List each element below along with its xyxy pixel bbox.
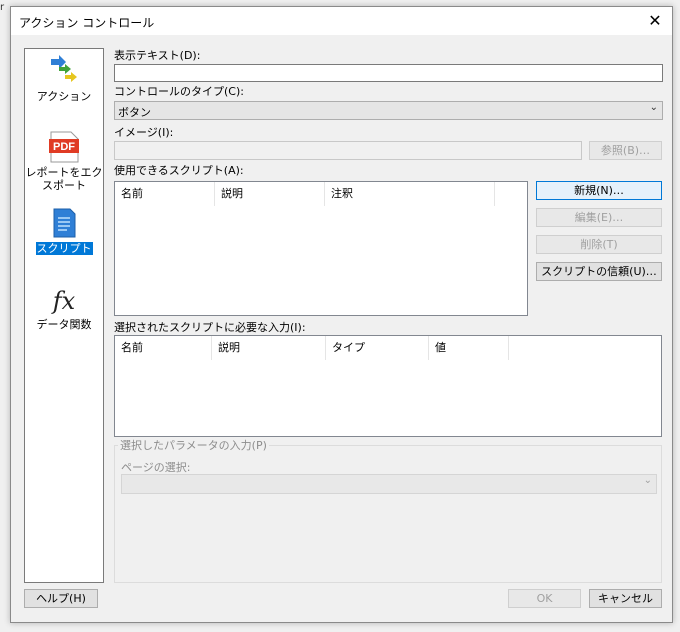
new-script-button[interactable]: 新規(N)… xyxy=(536,181,662,200)
pdf-icon: PDF xyxy=(49,131,79,163)
sidebar-item-label: レポートをエクスポート xyxy=(25,166,103,192)
script-document-icon xyxy=(53,208,76,238)
action-control-dialog: アクション コントロール ✕ アクション PDF レポートをエクスポート スクリ… xyxy=(10,6,673,623)
control-type-value: ボタン xyxy=(118,106,151,119)
control-type-label: コントロールのタイプ(C): xyxy=(114,85,244,98)
function-fx-icon: fx xyxy=(51,287,76,315)
available-scripts-label: 使用できるスクリプト(A): xyxy=(114,164,244,177)
ok-button[interactable]: OK xyxy=(508,589,581,608)
column-header-description[interactable]: 説明 xyxy=(212,336,326,360)
column-header-name[interactable]: 名前 xyxy=(115,336,212,360)
available-scripts-list[interactable]: 名前 説明 注釈 xyxy=(114,181,528,316)
browse-button[interactable]: 参照(B)… xyxy=(589,141,662,160)
image-input[interactable] xyxy=(114,141,582,160)
sidebar-item-script[interactable]: スクリプト xyxy=(25,207,103,255)
dialog-title: アクション コントロール xyxy=(19,16,155,30)
required-inputs-list[interactable]: 名前 説明 タイプ 値 xyxy=(114,335,662,437)
image-label: イメージ(I): xyxy=(114,126,174,139)
svg-text:fx: fx xyxy=(51,287,76,315)
display-text-input[interactable] xyxy=(114,64,663,82)
sidebar-item-label: スクリプト xyxy=(35,242,93,255)
column-header-description[interactable]: 説明 xyxy=(215,182,325,206)
page-select-dropdown[interactable]: ⌄ xyxy=(121,474,657,494)
page-select-label: ページの選択: xyxy=(121,461,191,474)
required-inputs-label: 選択されたスクリプトに必要な入力(I): xyxy=(114,321,306,334)
chevron-down-icon: ⌄ xyxy=(643,475,652,486)
chevron-down-icon: ⌄ xyxy=(649,102,658,113)
background-corner-text: r xyxy=(0,2,5,13)
svg-text:PDF: PDF xyxy=(53,141,75,153)
sidebar-item-label: データ関数 xyxy=(36,318,92,331)
sidebar: アクション PDF レポートをエクスポート スクリプト fx データ関数 xyxy=(24,48,104,583)
sidebar-item-label: アクション xyxy=(36,90,92,103)
sidebar-item-export-report[interactable]: PDF レポートをエクスポート xyxy=(25,131,103,195)
parameter-group-legend: 選択したパラメータの入力(P) xyxy=(118,437,269,453)
delete-script-button[interactable]: 削除(T) xyxy=(536,235,662,254)
action-arrows-icon xyxy=(51,55,77,82)
column-header-value[interactable]: 値 xyxy=(429,336,509,360)
edit-script-button[interactable]: 編集(E)… xyxy=(536,208,662,227)
column-header-name[interactable]: 名前 xyxy=(115,182,215,206)
close-icon[interactable]: ✕ xyxy=(644,10,666,32)
column-header-type[interactable]: タイプ xyxy=(326,336,429,360)
sidebar-item-data-function[interactable]: fx データ関数 xyxy=(25,285,103,331)
title-bar: アクション コントロール ✕ xyxy=(11,7,672,35)
column-header-annotation[interactable]: 注釈 xyxy=(325,182,495,206)
cancel-button[interactable]: キャンセル xyxy=(589,589,662,608)
control-type-select[interactable]: ボタン ⌄ xyxy=(114,101,663,120)
parameter-input-group xyxy=(114,445,662,583)
help-button[interactable]: ヘルプ(H) xyxy=(24,589,98,608)
sidebar-item-action[interactable]: アクション xyxy=(25,53,103,103)
display-text-label: 表示テキスト(D): xyxy=(114,49,201,62)
trust-script-button[interactable]: スクリプトの信頼(U)… xyxy=(536,262,662,281)
